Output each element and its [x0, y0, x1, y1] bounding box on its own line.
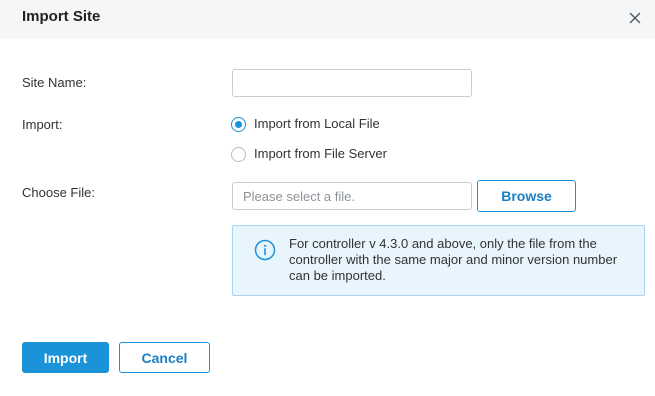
info-text: For controller v 4.3.0 and above, only t…	[289, 236, 618, 283]
cancel-button[interactable]: Cancel	[119, 342, 210, 373]
file-path-input[interactable]	[232, 182, 472, 210]
import-label: Import:	[22, 117, 63, 132]
close-icon[interactable]	[626, 9, 644, 27]
radio-button-unchecked[interactable]	[231, 147, 246, 162]
import-site-dialog: Import Site Site Name: Import: Import fr…	[0, 0, 655, 396]
info-notice: For controller v 4.3.0 and above, only t…	[232, 225, 645, 296]
dialog-header: Import Site	[0, 0, 655, 38]
radio-button-checked[interactable]	[231, 117, 246, 132]
site-name-input[interactable]	[232, 69, 472, 97]
radio-label-local-file: Import from Local File	[254, 116, 380, 131]
import-button[interactable]: Import	[22, 342, 109, 373]
browse-button[interactable]: Browse	[477, 180, 576, 212]
radio-label-file-server: Import from File Server	[254, 146, 387, 161]
site-name-label: Site Name:	[22, 75, 87, 90]
dialog-title: Import Site	[22, 8, 101, 25]
info-icon	[254, 239, 276, 261]
choose-file-label: Choose File:	[22, 185, 95, 200]
